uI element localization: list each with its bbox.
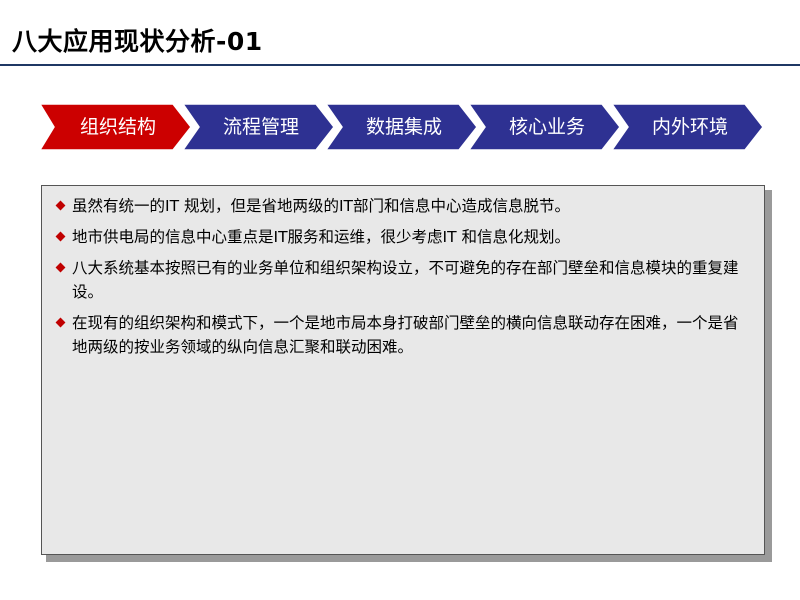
bullet-text: 八大系统基本按照已有的业务单位和组织架构设立，不可避免的存在部门壁垒和信息模块的… bbox=[72, 259, 739, 301]
bullet-text: 在现有的组织架构和模式下，一个是地市局本身打破部门壁垒的横向信息联动存在困难，一… bbox=[72, 314, 739, 356]
bullet-text: 地市供电局的信息中心重点是IT服务和运维，很少考虑IT 和信息化规划。 bbox=[72, 228, 571, 246]
diamond-bullet-icon bbox=[55, 200, 66, 211]
diamond-bullet-icon bbox=[55, 317, 66, 328]
process-nav: 组织结构 流程管理 数据集成 核心业务 内外环境 bbox=[40, 104, 780, 152]
process-chevrons bbox=[40, 104, 764, 151]
diamond-bullet-icon bbox=[55, 231, 66, 242]
chevron-process-management[interactable] bbox=[181, 104, 335, 151]
list-item: 八大系统基本按照已有的业务单位和组织架构设立，不可避免的存在部门壁垒和信息模块的… bbox=[55, 256, 750, 304]
title-underline bbox=[0, 64, 800, 66]
chevron-org-structure[interactable] bbox=[40, 104, 192, 151]
page-title: 八大应用现状分析-01 bbox=[12, 27, 263, 56]
chevron-data-integration[interactable] bbox=[324, 104, 478, 151]
list-item: 在现有的组织架构和模式下，一个是地市局本身打破部门壁垒的横向信息联动存在困难，一… bbox=[55, 311, 750, 359]
list-item: 虽然有统一的IT 规划，但是省地两级的IT部门和信息中心造成信息脱节。 bbox=[55, 194, 750, 218]
diamond-bullet-icon bbox=[55, 262, 66, 273]
bullet-text: 虽然有统一的IT 规划，但是省地两级的IT部门和信息中心造成信息脱节。 bbox=[72, 197, 571, 215]
chevron-core-business[interactable] bbox=[467, 104, 621, 151]
slide: 八大应用现状分析-01 组织结构 流程管理 数据集成 核心业务 内外环境 虽然有… bbox=[0, 0, 800, 600]
content-box: 虽然有统一的IT 规划，但是省地两级的IT部门和信息中心造成信息脱节。 地市供电… bbox=[41, 185, 765, 555]
chevron-environment[interactable] bbox=[610, 104, 764, 151]
list-item: 地市供电局的信息中心重点是IT服务和运维，很少考虑IT 和信息化规划。 bbox=[55, 225, 750, 249]
bullet-list: 虽然有统一的IT 规划，但是省地两级的IT部门和信息中心造成信息脱节。 地市供电… bbox=[42, 186, 764, 359]
